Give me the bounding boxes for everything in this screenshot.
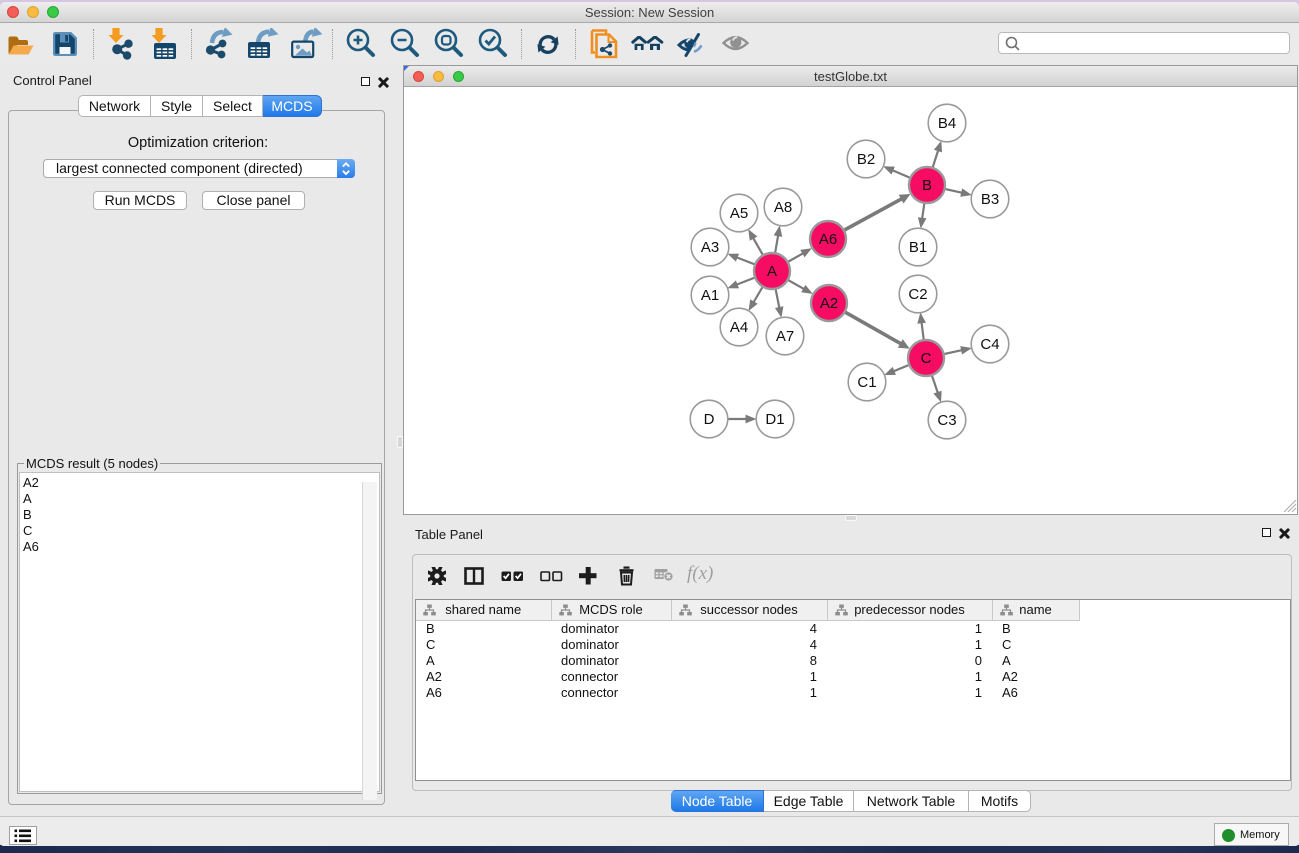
svg-text:B1: B1 [909,239,927,256]
svg-text:C1: C1 [857,374,876,391]
svg-text:A1: A1 [701,287,719,304]
svg-text:A7: A7 [776,328,794,345]
svg-text:A5: A5 [730,205,748,222]
svg-text:A8: A8 [774,199,792,216]
svg-text:B3: B3 [981,191,999,208]
svg-text:B2: B2 [857,151,875,168]
svg-text:D1: D1 [765,411,784,428]
svg-text:D: D [704,411,715,428]
svg-text:A6: A6 [819,231,837,248]
svg-text:B4: B4 [938,115,956,132]
svg-text:A4: A4 [730,319,748,336]
svg-text:C: C [921,350,932,367]
svg-text:C4: C4 [980,336,999,353]
svg-text:B: B [922,177,932,194]
svg-text:A2: A2 [820,295,838,312]
svg-text:C3: C3 [937,412,956,429]
svg-text:A3: A3 [701,239,719,256]
svg-text:A: A [767,263,777,280]
svg-text:C2: C2 [908,286,927,303]
